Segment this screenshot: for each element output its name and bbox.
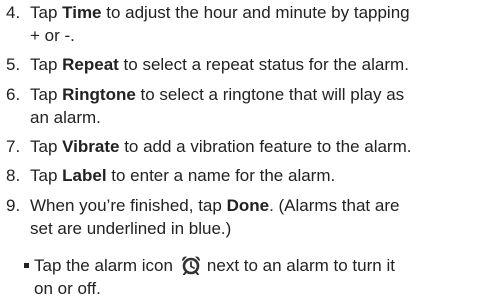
step-text-pre: Tap: [30, 3, 63, 22]
step-text-post: to select a repeat status for the alarm.: [118, 55, 409, 74]
step-text-post: to select a ringtone that will play as: [135, 85, 405, 104]
step-keyword: Done: [226, 196, 270, 215]
step-number: 5.: [6, 55, 21, 74]
bullet-text-pre: Tap the alarm icon: [34, 256, 173, 275]
step-text-pre: Tap: [30, 55, 63, 74]
step-text-line2: an alarm.: [30, 108, 101, 127]
step-keyword: Ringtone: [62, 85, 136, 104]
bullet-text-post: next to an alarm to turn it: [206, 256, 395, 275]
step-keyword: Label: [62, 166, 107, 185]
step-number: 7.: [6, 137, 21, 156]
bullet-square-icon: [24, 263, 29, 268]
step-number: 4.: [6, 3, 21, 22]
alarm-clock-icon: [181, 256, 200, 275]
step-keyword: Time: [62, 3, 102, 22]
step-text-line2: + or -.: [30, 26, 75, 45]
step-text-pre: Tap: [30, 166, 63, 185]
step-text-post: to add a vibration feature to the alarm.: [119, 137, 412, 156]
step-number: 8.: [6, 166, 21, 185]
step-keyword: Vibrate: [62, 137, 120, 156]
step-keyword: Repeat: [62, 55, 119, 74]
step-text-pre: Tap: [30, 137, 63, 156]
step-number: 6.: [6, 85, 21, 104]
step-text-pre: When you’re finished, tap: [30, 196, 227, 215]
step-text-post: . (Alarms that are: [269, 196, 400, 215]
step-text: Tap Ringtone to select a ringtone that w…: [30, 83, 404, 106]
step-text: Tap Label to enter a name for the alarm.: [30, 164, 335, 187]
step-text-pre: Tap: [30, 85, 63, 104]
step-number: 9.: [6, 196, 21, 215]
bullet-text-line2: on or off.: [34, 279, 101, 298]
bullet-text: Tap the alarm icon next to an alarm to t…: [34, 254, 395, 277]
step-text-post: to adjust the hour and minute by tapping: [101, 3, 410, 22]
step-text: Tap Repeat to select a repeat status for…: [30, 53, 409, 76]
step-text: When you’re finished, tap Done. (Alarms …: [30, 194, 399, 217]
step-text: Tap Vibrate to add a vibration feature t…: [30, 135, 411, 158]
step-text-line2: set are underlined in blue.): [30, 219, 232, 238]
step-text-post: to enter a name for the alarm.: [106, 166, 336, 185]
step-text: Tap Time to adjust the hour and minute b…: [30, 1, 410, 24]
